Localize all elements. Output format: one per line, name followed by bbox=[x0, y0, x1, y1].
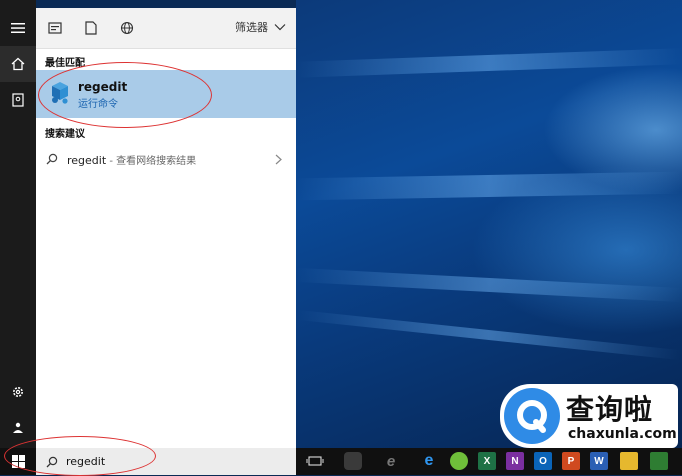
powerpoint-icon[interactable]: P bbox=[562, 452, 580, 470]
apps-icon[interactable] bbox=[46, 19, 64, 37]
file-explorer-icon[interactable] bbox=[620, 452, 638, 470]
internet-explorer-icon[interactable]: e bbox=[382, 452, 400, 470]
watermark-en: chaxunla.com bbox=[568, 426, 677, 442]
excel-icon[interactable]: X bbox=[478, 452, 496, 470]
edge-icon[interactable]: e bbox=[420, 452, 438, 470]
word-icon[interactable]: W bbox=[590, 452, 608, 470]
onenote-icon[interactable]: N bbox=[506, 452, 524, 470]
hamburger-menu-icon[interactable] bbox=[0, 10, 36, 46]
photos-icon[interactable] bbox=[650, 452, 668, 470]
documents-icon[interactable] bbox=[82, 19, 100, 37]
start-left-rail bbox=[0, 0, 36, 448]
suggestions-header: 搜索建议 bbox=[45, 129, 85, 140]
task-view-icon[interactable] bbox=[306, 452, 324, 470]
suggestion-suffix: - 查看网络搜索结果 bbox=[106, 156, 197, 167]
app-icon-gray[interactable] bbox=[344, 452, 362, 470]
annotation-circle-search-box bbox=[4, 436, 156, 476]
search-icon bbox=[46, 153, 58, 165]
watermark-logo-icon bbox=[504, 388, 560, 444]
watermark: 查询啦 chaxunla.com bbox=[500, 384, 678, 448]
settings-gear-icon[interactable] bbox=[0, 374, 36, 410]
notebook-icon[interactable] bbox=[0, 82, 36, 118]
annotation-circle-best-match bbox=[38, 62, 212, 128]
watermark-cn: 查询啦 bbox=[566, 393, 654, 426]
filter-dropdown[interactable]: 筛选器 bbox=[235, 19, 286, 35]
home-icon[interactable] bbox=[0, 46, 36, 82]
outlook-icon[interactable]: O bbox=[534, 452, 552, 470]
chevron-down-icon bbox=[274, 24, 286, 31]
web-globe-icon[interactable] bbox=[118, 19, 136, 37]
chevron-right-icon bbox=[275, 154, 282, 165]
web-suggestion-item[interactable]: regedit - 查看网络搜索结果 bbox=[36, 146, 296, 172]
suggestion-query: regedit bbox=[67, 154, 107, 167]
panel-toolbar: 筛选器 bbox=[36, 8, 296, 49]
filter-label: 筛选器 bbox=[235, 21, 268, 34]
green-app-icon[interactable] bbox=[450, 452, 468, 470]
desktop-wallpaper bbox=[296, 0, 682, 448]
